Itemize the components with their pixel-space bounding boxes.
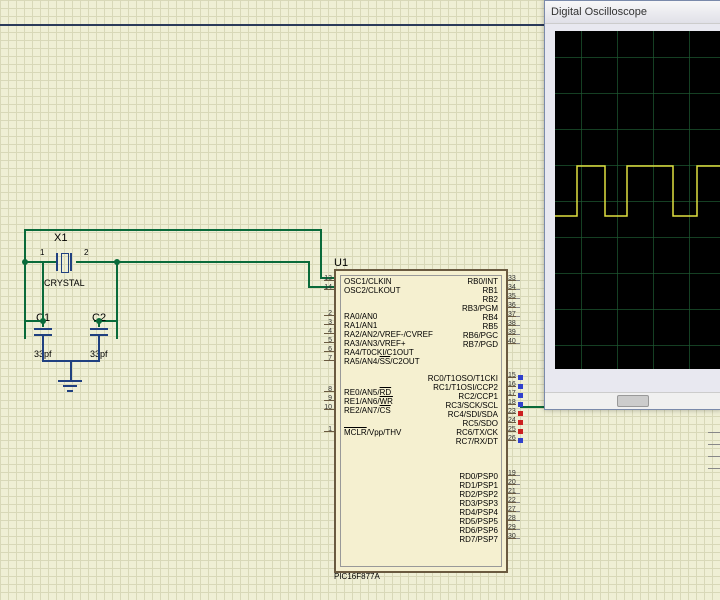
pin-label: RA2/AN2/VREF-/CVREF <box>344 330 433 339</box>
pin-label: RC1/T1OSI/CCP2 <box>433 383 498 392</box>
pin-label: RC0/T1OSO/T1CKI <box>428 374 498 383</box>
pin-number: 20 <box>508 478 522 487</box>
pin-number: 37 <box>508 310 522 319</box>
pin-number: 39 <box>508 328 522 337</box>
pin-label: RE0/AN5/RD <box>344 388 391 397</box>
pin-label: RB2 <box>482 295 498 304</box>
scope-title[interactable]: Digital Oscilloscope <box>545 1 720 24</box>
pin-number: 3 <box>318 318 332 327</box>
pin-number: 14 <box>318 283 332 292</box>
pin-label: RB1 <box>482 286 498 295</box>
pin-number: 2 <box>318 309 332 318</box>
pin-number: 40 <box>508 337 522 346</box>
pin-label: RA5/AN4/SS/C2OUT <box>344 357 420 366</box>
pin-number: 29 <box>508 523 522 532</box>
pin-label: RC2/CCP1 <box>458 392 498 401</box>
pin-label: RC5/SDO <box>462 419 498 428</box>
pin-number: 36 <box>508 301 522 310</box>
pin-label: RB7/PGD <box>463 340 498 349</box>
pin-number: 28 <box>508 514 522 523</box>
pin-number: 34 <box>508 283 522 292</box>
pin-label: RB5 <box>482 322 498 331</box>
pin-number: 21 <box>508 487 522 496</box>
pin-label: RC4/SDI/SDA <box>448 410 498 419</box>
pin-number: 4 <box>318 327 332 336</box>
pin-number: 35 <box>508 292 522 301</box>
pin-label: RD6/PSP6 <box>459 526 498 535</box>
mcu-chip[interactable]: OSC1/CLKINOSC2/CLKOUT RA0/AN0RA1/AN1RA2/A… <box>334 269 508 573</box>
pin-label: RB6/PGC <box>463 331 498 340</box>
pin-number: 19 <box>508 469 522 478</box>
pin-number: 8 <box>318 385 332 394</box>
pin-label: MCLR/Vpp/THV <box>344 428 401 437</box>
pin-label: RA1/AN1 <box>344 321 377 330</box>
oscilloscope-window[interactable]: Digital Oscilloscope <box>544 0 720 410</box>
pin-label: RD7/PSP7 <box>459 535 498 544</box>
pin-number: 27 <box>508 505 522 514</box>
pin-label: OSC1/CLKIN <box>344 277 392 286</box>
pin-label: RE2/AN7/CS <box>344 406 391 415</box>
pin-number: 6 <box>318 345 332 354</box>
scope-scrollbar[interactable] <box>545 392 720 409</box>
pin-label: RB3/PGM <box>462 304 498 313</box>
pin-number: 5 <box>318 336 332 345</box>
pin-label: RC3/SCK/SCL <box>446 401 498 410</box>
crystal-p2: 2 <box>84 248 88 257</box>
crystal-value: CRYSTAL <box>44 278 85 288</box>
ground-symbol <box>58 380 82 396</box>
pin-label: RA3/AN3/VREF+ <box>344 339 406 348</box>
pin-number: 10 <box>318 403 332 412</box>
pin-number: 33 <box>508 274 522 283</box>
pin-number: 1 <box>318 425 332 434</box>
pin-label: RB4 <box>482 313 498 322</box>
scope-screen[interactable] <box>555 31 720 369</box>
pin-label: RD4/PSP4 <box>459 508 498 517</box>
pin-number: 7 <box>318 354 332 363</box>
pin-number: 9 <box>318 394 332 403</box>
pin-label: RD1/PSP1 <box>459 481 498 490</box>
pin-label: RD3/PSP3 <box>459 499 498 508</box>
pin-number: 30 <box>508 532 522 541</box>
pin-label: RD5/PSP5 <box>459 517 498 526</box>
pin-number: 13 <box>318 274 332 283</box>
pin-number: 22 <box>508 496 522 505</box>
pin-label: RA0/AN0 <box>344 312 377 321</box>
pin-label: RC7/RX/DT <box>456 437 498 446</box>
crystal-p1: 1 <box>40 248 44 257</box>
pin-label: RD2/PSP2 <box>459 490 498 499</box>
pin-label: RA4/T0CKI/C1OUT <box>344 348 414 357</box>
pin-label: OSC2/CLKOUT <box>344 286 400 295</box>
pin-number: 38 <box>508 319 522 328</box>
pin-terminal[interactable] <box>518 438 523 443</box>
scroll-thumb[interactable] <box>617 395 649 407</box>
pin-label: RD0/PSP0 <box>459 472 498 481</box>
pin-label: RE1/AN6/WR <box>344 397 393 406</box>
crystal-component[interactable] <box>52 253 76 271</box>
chip-ref: U1 <box>334 257 348 269</box>
pin-label: RB0/INT <box>467 277 498 286</box>
chip-model: PIC16F877A <box>334 572 380 581</box>
crystal-ref: X1 <box>54 232 67 244</box>
pin-label: RC6/TX/CK <box>456 428 498 437</box>
